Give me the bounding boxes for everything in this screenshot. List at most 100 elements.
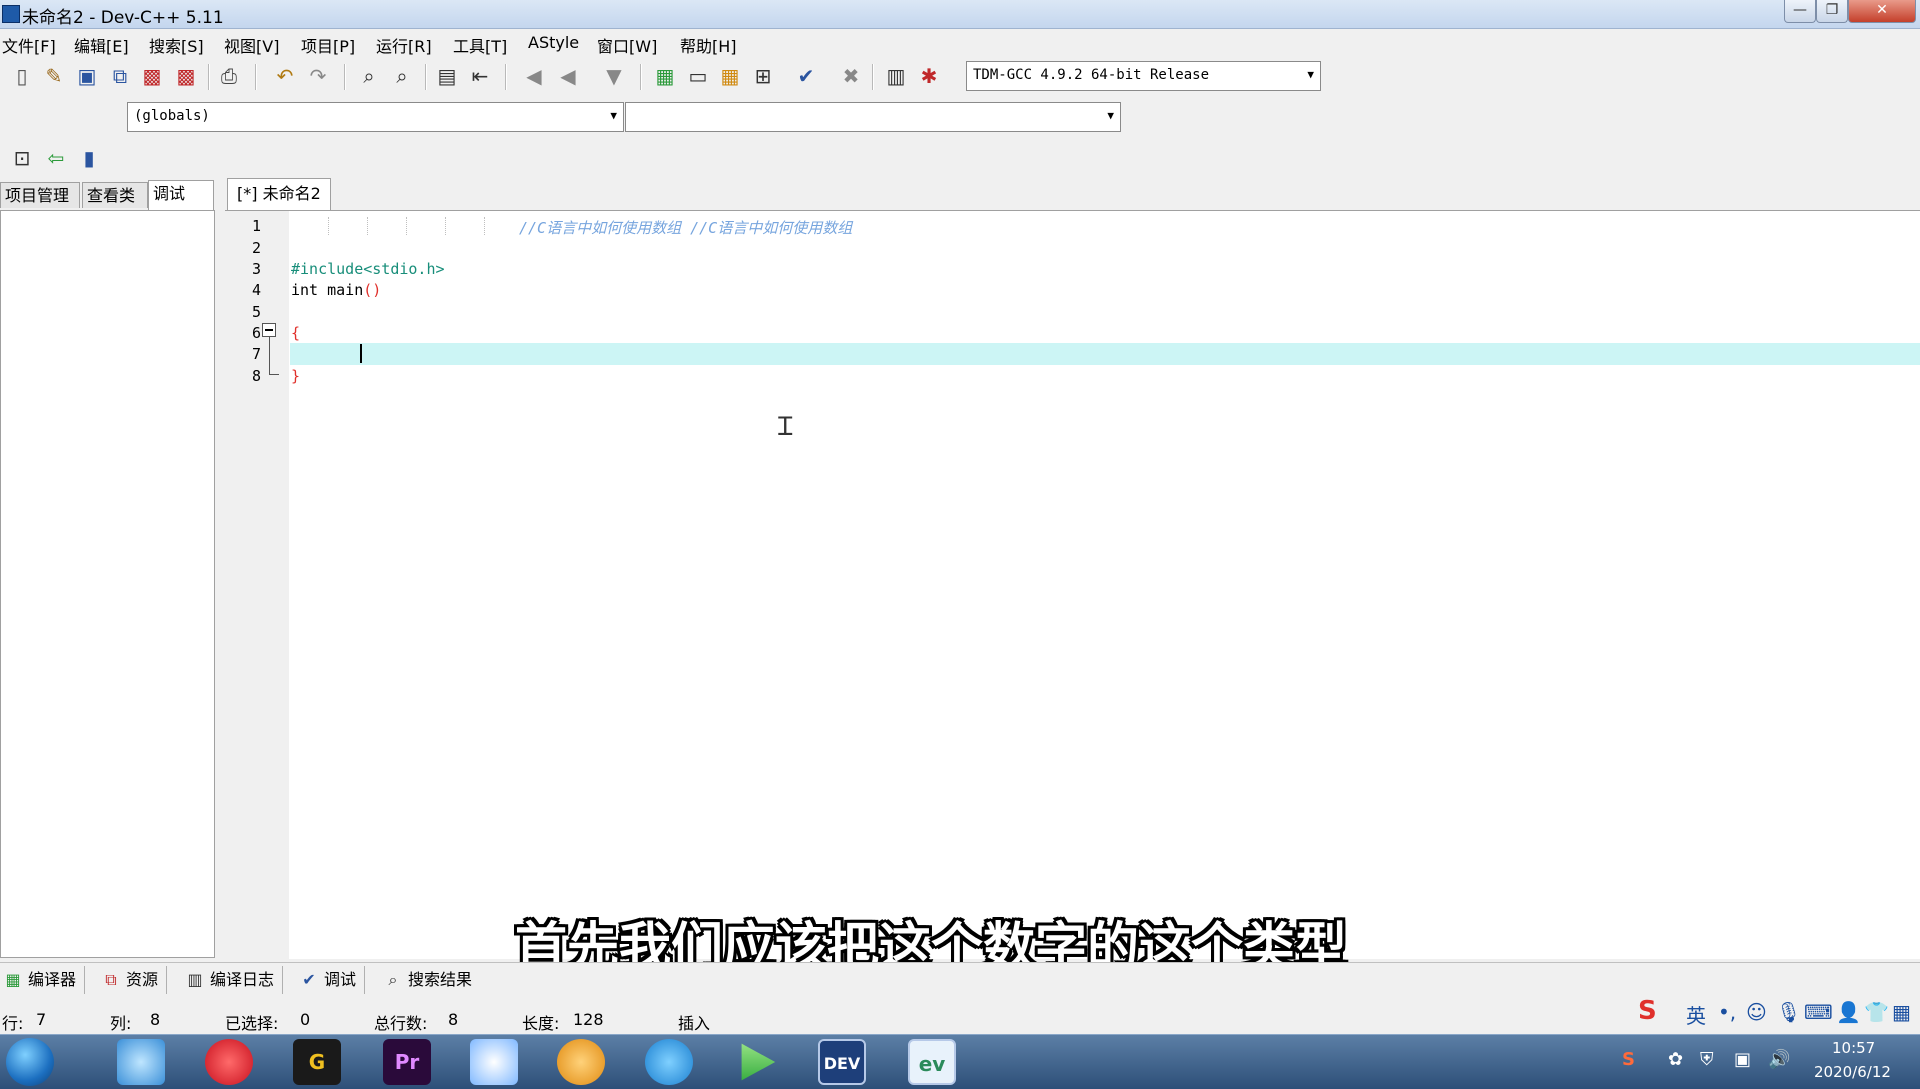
print-icon[interactable]: ⎙ <box>217 64 241 88</box>
tab-compiler[interactable]: ▦ 编译器 <box>2 966 86 994</box>
menu-view[interactable]: 视图[V] <box>224 33 279 57</box>
close-file-icon[interactable]: ▩ <box>140 64 164 88</box>
meow-icon[interactable] <box>557 1039 605 1085</box>
close-all-icon[interactable]: ▩ <box>174 64 198 88</box>
add-to-project-icon[interactable]: ⊡ <box>10 146 34 170</box>
menu-run[interactable]: 运行[R] <box>376 33 432 57</box>
menu-help[interactable]: 帮助[H] <box>680 33 737 57</box>
network-icon[interactable]: ▣ <box>1734 1049 1751 1070</box>
tab-resources[interactable]: ⧉ 资源 <box>100 966 168 994</box>
tab-search-results[interactable]: ⌕ 搜索结果 <box>382 966 480 994</box>
new-file-icon[interactable]: ▯ <box>10 64 34 88</box>
menu-window[interactable]: 窗口[W] <box>597 33 657 57</box>
symbol-select[interactable]: ▼ <box>625 102 1121 132</box>
emoji-icon[interactable]: ☺ <box>1746 1000 1767 1024</box>
skin-icon[interactable]: 👕 <box>1864 1000 1889 1024</box>
profile-icon[interactable]: ▥ <box>884 64 908 88</box>
tab-compile-log[interactable]: ▥ 编译日志 <box>184 966 284 994</box>
app-g-icon[interactable]: G <box>293 1039 341 1085</box>
browser-icon[interactable] <box>117 1039 165 1085</box>
redo-icon[interactable]: ↷ <box>306 64 330 88</box>
edge-icon[interactable] <box>645 1039 693 1085</box>
punctuation-icon[interactable]: •, <box>1718 1000 1736 1024</box>
tab-search-results-label: 搜索结果 <box>408 970 473 989</box>
menu-file[interactable]: 文件[F] <box>2 33 56 57</box>
chevron-down-icon: ▼ <box>610 109 617 122</box>
toolbox-icon[interactable]: ▦ <box>1892 1000 1911 1024</box>
goto-line-icon[interactable]: ▤ <box>435 64 459 88</box>
sogou-tray-icon[interactable]: S <box>1622 1049 1635 1070</box>
project-options-icon[interactable]: ▮ <box>77 146 101 170</box>
code-line-4: int main() <box>291 281 381 299</box>
tab-class-browser[interactable]: 查看类 <box>82 182 148 208</box>
ime-lang[interactable]: 英 <box>1686 1000 1706 1029</box>
player-icon[interactable] <box>741 1043 776 1081</box>
sogou-icon[interactable]: S <box>1638 996 1657 1026</box>
run-icon[interactable]: ▭ <box>686 64 710 88</box>
tab-resources-label: 资源 <box>126 970 159 989</box>
keyboard-icon[interactable]: ⌨ <box>1804 1000 1833 1024</box>
editor-tab[interactable]: [*] 未命名2 <box>227 178 331 210</box>
tab-debug-output[interactable]: ✔ 调试 <box>298 966 366 994</box>
menu-astyle[interactable]: AStyle <box>528 33 579 52</box>
shield-icon[interactable]: ⛨ <box>1700 1049 1714 1070</box>
save-all-icon[interactable]: ⧉ <box>108 64 132 88</box>
code-line-6: { <box>291 324 301 342</box>
ibeam-cursor-icon: Ɪ <box>778 412 793 442</box>
user-icon[interactable]: 👤 <box>1836 1000 1861 1024</box>
indent-icon[interactable]: ◀ <box>556 64 580 88</box>
premiere-icon[interactable]: Pr <box>383 1039 431 1085</box>
status-sel-label: 已选择: <box>225 1014 279 1033</box>
compile-run-icon[interactable]: ▦ <box>718 64 742 88</box>
delete-profile-icon[interactable]: ✱ <box>917 64 941 88</box>
code-editor[interactable]: 1 2 3 4 5 6 7 8 //C语言中如何使用数组 //C语言中如何使用数… <box>225 210 1920 959</box>
line-number: 1 <box>251 217 261 235</box>
remove-from-project-icon[interactable]: ⇦ <box>44 146 68 170</box>
menu-edit[interactable]: 编辑[E] <box>74 33 129 57</box>
compile-log-icon: ▥ <box>187 970 203 989</box>
maximize-button[interactable]: ❐ <box>1816 0 1848 23</box>
find-icon[interactable]: ⌕ <box>357 64 381 88</box>
pinwheel-icon[interactable] <box>470 1039 518 1085</box>
tab-compile-log-label: 编译日志 <box>210 970 275 989</box>
app-icon <box>2 5 20 23</box>
ev-recorder-icon[interactable]: ev <box>908 1039 956 1085</box>
clock-time[interactable]: 10:57 <box>1832 1039 1875 1057</box>
volume-icon[interactable]: 🔊 <box>1768 1049 1790 1070</box>
menu-tools[interactable]: 工具[T] <box>453 33 507 57</box>
stop-execution-icon[interactable]: ✖ <box>839 64 863 88</box>
scope-select[interactable]: (globals) ▼ <box>127 102 624 132</box>
fold-toggle-icon[interactable] <box>262 323 276 337</box>
save-icon[interactable]: ▣ <box>75 64 99 88</box>
menu-search[interactable]: 搜索[S] <box>149 33 204 57</box>
minimize-button[interactable]: — <box>1784 0 1816 23</box>
open-file-icon[interactable]: ✎ <box>42 64 66 88</box>
start-button[interactable] <box>6 1038 54 1086</box>
bottom-panel-tabs: ▦ 编译器 ⧉ 资源 ▥ 编译日志 ✔ 调试 ⌕ 搜索结果 <box>0 962 1920 997</box>
menu-project[interactable]: 项目[P] <box>301 33 355 57</box>
tab-debug[interactable]: 调试 <box>148 180 214 210</box>
replace-icon[interactable]: ⌕ <box>390 64 414 88</box>
tray-app-icon[interactable]: ✿ <box>1668 1049 1683 1070</box>
tab-project-manager[interactable]: 项目管理 <box>0 182 80 208</box>
status-len: 128 <box>573 1010 604 1029</box>
fold-line <box>269 337 270 375</box>
close-button[interactable]: ✕ <box>1848 0 1916 23</box>
toggle-comment-icon[interactable]: ▼ <box>602 64 626 88</box>
goto-icon[interactable]: ⇤ <box>468 64 492 88</box>
unindent-icon[interactable]: ◀ <box>522 64 546 88</box>
devcpp-icon[interactable]: DEV <box>818 1039 866 1085</box>
clock-date[interactable]: 2020/6/12 <box>1814 1063 1891 1081</box>
status-total: 8 <box>448 1010 459 1029</box>
text-caret <box>360 344 362 363</box>
status-sel: 0 <box>300 1010 311 1029</box>
compiler-select[interactable]: TDM-GCC 4.9.2 64-bit Release ▼ <box>966 61 1321 91</box>
rebuild-icon[interactable]: ⊞ <box>751 64 775 88</box>
syntax-check-icon[interactable]: ✔ <box>794 64 818 88</box>
undo-icon[interactable]: ↶ <box>273 64 297 88</box>
compiler-select-value: TDM-GCC 4.9.2 64-bit Release <box>973 67 1210 83</box>
status-total-label: 总行数: <box>374 1014 428 1033</box>
microphone-icon[interactable]: 🎙 <box>1776 1000 1801 1024</box>
netease-music-icon[interactable] <box>205 1039 253 1085</box>
compile-icon[interactable]: ▦ <box>653 64 677 88</box>
